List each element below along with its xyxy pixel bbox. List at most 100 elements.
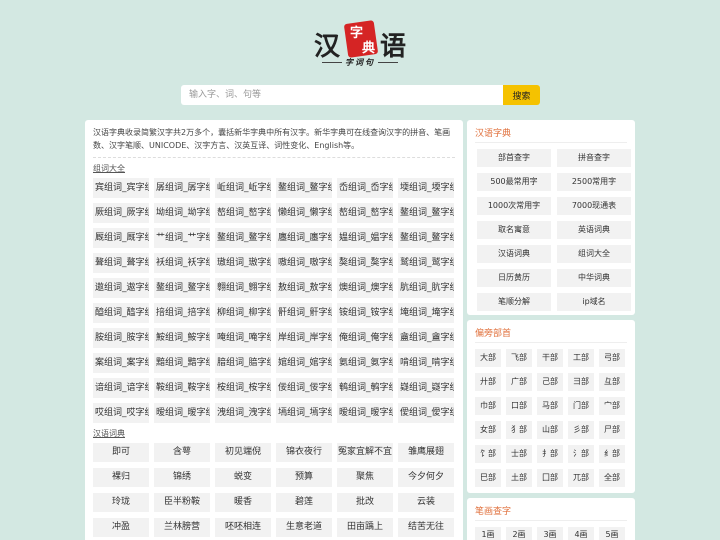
radical-link[interactable]: 干部 <box>537 349 563 367</box>
zuci-link[interactable]: 氨组词_氨字组 <box>337 353 393 373</box>
cidian-section-title[interactable]: 汉语词典 <box>93 428 455 440</box>
cidian-link[interactable]: 冤家宜解不宜 <box>337 443 393 462</box>
cidian-link[interactable]: 云装 <box>398 493 454 512</box>
zuci-link[interactable]: 鹫组词_鹫字组 <box>398 253 454 273</box>
cidian-link[interactable]: 锦绣 <box>154 468 210 487</box>
zuci-link[interactable]: 婠组词_婠字组 <box>276 353 332 373</box>
cidian-link[interactable]: 冲盈 <box>93 518 149 537</box>
cidian-link[interactable]: 批改 <box>337 493 393 512</box>
radical-link[interactable]: 弓部 <box>599 349 625 367</box>
radical-link[interactable]: 飞部 <box>506 349 532 367</box>
cidian-link[interactable]: 臣半粉鞍 <box>154 493 210 512</box>
zuci-link[interactable]: 嶅组词_嶅字组 <box>215 203 271 223</box>
zuci-link[interactable]: 哎组词_哎字组 <box>93 403 149 423</box>
zuci-link[interactable]: 嶅组词_嶅字组 <box>337 203 393 223</box>
radical-link[interactable]: 马部 <box>537 397 563 415</box>
radical-link[interactable]: 彐部 <box>568 373 594 391</box>
cidian-link[interactable]: 蜕变 <box>215 468 271 487</box>
radical-link[interactable]: 犭部 <box>506 421 532 439</box>
zuci-link[interactable]: 僾组词_僾字组 <box>398 403 454 423</box>
zuci-link[interactable]: 岙组词_岙字组 <box>337 178 393 198</box>
zuci-link[interactable]: 懒组词_懒字组 <box>276 203 332 223</box>
zuci-link[interactable]: 聱组词_聱字组 <box>93 253 149 273</box>
stroke-link[interactable]: 3画 <box>537 527 563 540</box>
dict-link[interactable]: 中华词典 <box>557 269 631 287</box>
zuci-link[interactable]: 鞍组词_鞍字组 <box>154 378 210 398</box>
zuci-link[interactable]: 胺组词_胺字组 <box>93 328 149 348</box>
radical-link[interactable]: 扌部 <box>537 445 563 463</box>
dict-link[interactable]: 日历黄历 <box>477 269 551 287</box>
radical-link[interactable]: 饣部 <box>475 445 501 463</box>
stroke-link[interactable]: 1画 <box>475 527 501 540</box>
radical-link[interactable]: 纟部 <box>599 445 625 463</box>
site-logo[interactable]: 汉 字 典 语 字词句 <box>310 20 410 70</box>
radical-link[interactable]: 巳部 <box>475 469 501 487</box>
zuci-link[interactable]: 宾组词_宾字组 <box>93 178 149 198</box>
zuci-link[interactable]: 桉组词_桉字组 <box>215 378 271 398</box>
cidian-link[interactable]: 兰林膀营 <box>154 518 210 537</box>
zuci-link[interactable]: 铵组词_铵字组 <box>337 303 393 323</box>
radical-link[interactable]: 口部 <box>506 397 532 415</box>
cidian-link[interactable]: 田亩踽上 <box>337 518 393 537</box>
zuci-link[interactable]: 坳组词_坳字组 <box>154 203 210 223</box>
dict-link[interactable]: 取名寓意 <box>477 221 551 239</box>
cidian-link[interactable]: 结苦无往 <box>398 518 454 537</box>
zuci-link[interactable]: 璈组词_璈字组 <box>215 253 271 273</box>
zuci-link[interactable]: 肮组词_肮字组 <box>398 278 454 298</box>
radical-link[interactable]: 女部 <box>475 421 501 439</box>
zuci-link[interactable]: 案组词_案字组 <box>93 353 149 373</box>
radical-link[interactable]: 全部 <box>599 469 625 487</box>
radical-link[interactable]: 宀部 <box>599 397 625 415</box>
cidian-link[interactable]: 暖香 <box>215 493 271 512</box>
zuci-link[interactable]: 埯组词_埯字组 <box>398 303 454 323</box>
zuci-link[interactable]: 孱组词_孱字组 <box>154 178 210 198</box>
radical-link[interactable]: 巾部 <box>475 397 501 415</box>
dict-link[interactable]: 500最常用字 <box>477 173 551 191</box>
radical-link[interactable]: 广部 <box>506 373 532 391</box>
zuci-link[interactable]: 骭组词_骭字组 <box>276 303 332 323</box>
zuci-link[interactable]: 俺组词_俺字组 <box>337 328 393 348</box>
radical-link[interactable]: 廾部 <box>475 373 501 391</box>
radical-link[interactable]: 囗部 <box>537 469 563 487</box>
dict-link[interactable]: 汉语词典 <box>477 245 551 263</box>
zuci-link[interactable]: 敖组词_敖字组 <box>276 278 332 298</box>
zuci-link[interactable]: 洩组词_洩字组 <box>215 403 271 423</box>
cidian-link[interactable]: 含萼 <box>154 443 210 462</box>
radical-link[interactable]: 氵部 <box>568 445 594 463</box>
dict-link[interactable]: 拼音查字 <box>557 149 631 167</box>
zuci-link[interactable]: 唵组词_唵字组 <box>215 328 271 348</box>
dict-link[interactable]: 笔顺分解 <box>477 293 551 311</box>
zuci-link[interactable]: 腤组词_腤字组 <box>215 353 271 373</box>
stroke-link[interactable]: 5画 <box>599 527 625 540</box>
dict-link[interactable]: 7000现通表 <box>557 197 631 215</box>
stroke-link[interactable]: 4画 <box>568 527 594 540</box>
cidian-link[interactable]: 即可 <box>93 443 149 462</box>
radical-link[interactable]: 尸部 <box>599 421 625 439</box>
zuci-link[interactable]: 袄组词_袄字组 <box>154 253 210 273</box>
zuci-link[interactable]: 岸组词_岸字组 <box>276 328 332 348</box>
zuci-link[interactable]: 嶷组词_嶷字组 <box>398 378 454 398</box>
radical-link[interactable]: 大部 <box>475 349 501 367</box>
zuci-link[interactable]: 鮟组词_鮟字组 <box>154 328 210 348</box>
radical-link[interactable]: 兀部 <box>568 469 594 487</box>
zuci-link[interactable]: 鳌组词_鳌字组 <box>398 228 454 248</box>
zuci-link[interactable]: 盦组词_盦字组 <box>398 328 454 348</box>
cidian-link[interactable]: 呸呸相连 <box>215 518 271 537</box>
zuci-link[interactable]: 獒组词_獒字组 <box>337 253 393 273</box>
cidian-link[interactable]: 裸归 <box>93 468 149 487</box>
zuci-link[interactable]: 堧组词_堧字组 <box>398 178 454 198</box>
zuci-link[interactable]: 谙组词_谙字组 <box>93 378 149 398</box>
zuci-link[interactable]: 暧组词_暧字组 <box>337 403 393 423</box>
zuci-link[interactable]: 廛组词_廛字组 <box>276 228 332 248</box>
zuci-link[interactable]: 鳌组词_鳌字组 <box>398 203 454 223</box>
zuci-section-title[interactable]: 组词大全 <box>93 163 455 175</box>
zuci-link[interactable]: 鳌组词_鳌字组 <box>154 278 210 298</box>
dict-link[interactable]: 1000次常用字 <box>477 197 551 215</box>
zuci-link[interactable]: 暧组词_暧字组 <box>154 403 210 423</box>
cidian-link[interactable]: 碧莲 <box>276 493 332 512</box>
zuci-link[interactable]: 媪组词_媪字组 <box>337 228 393 248</box>
dict-link[interactable]: 英语词典 <box>557 221 631 239</box>
radical-link[interactable]: 工部 <box>568 349 594 367</box>
cidian-link[interactable]: 今夕何夕 <box>398 468 454 487</box>
dict-link[interactable]: ip域名 <box>557 293 631 311</box>
